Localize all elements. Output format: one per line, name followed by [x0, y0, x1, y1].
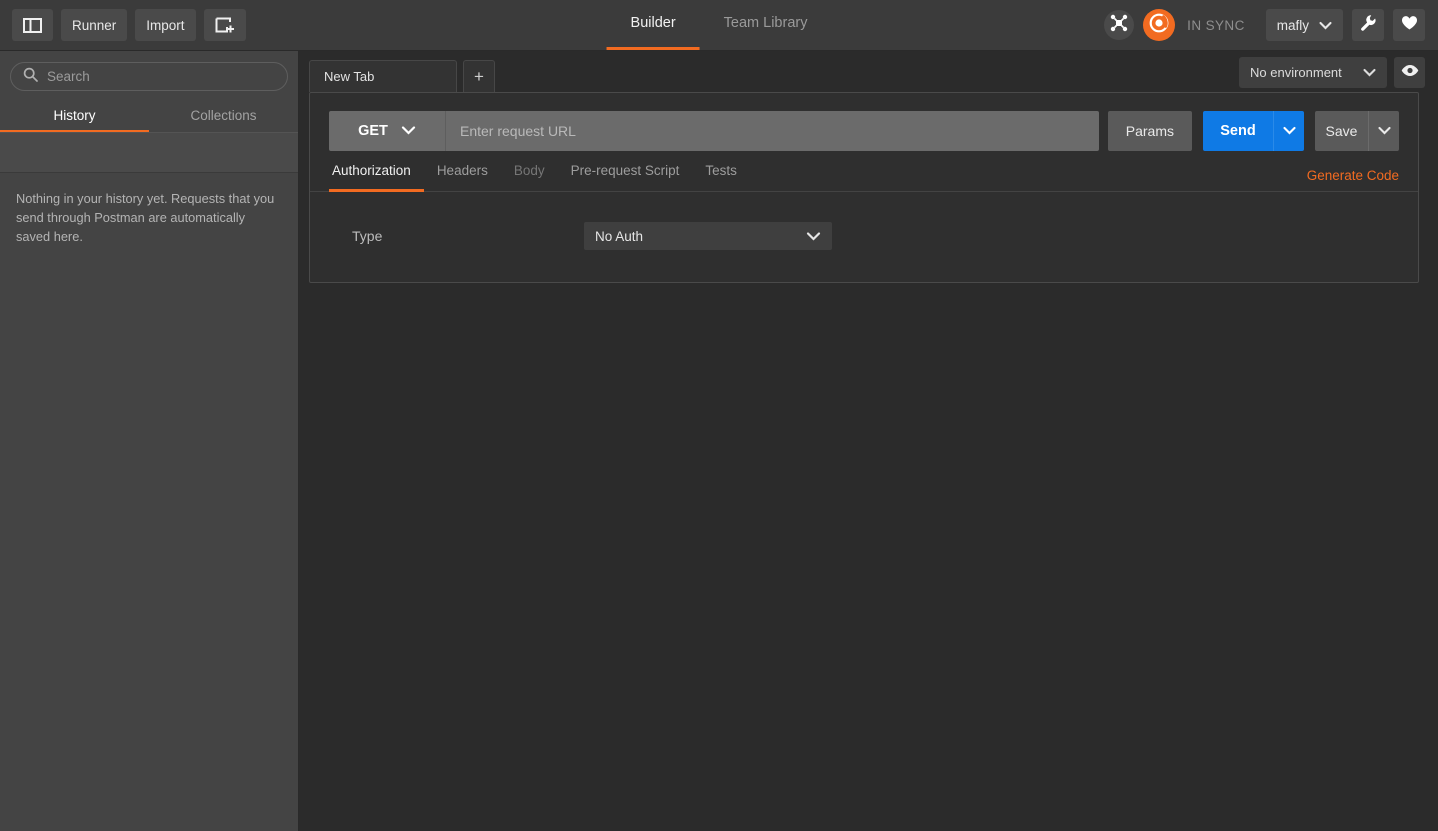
tab-body-label: Body — [513, 163, 545, 178]
environment-controls: No environment — [1239, 57, 1438, 92]
request-tab-strip: New Tab + No environment — [299, 51, 1438, 92]
nav-tab-team-library-label: Team Library — [723, 15, 808, 31]
settings-button[interactable] — [1352, 9, 1384, 41]
nav-tab-builder[interactable]: Builder — [606, 0, 700, 50]
eye-icon — [1401, 64, 1419, 82]
sidebar-panel-icon — [23, 17, 42, 33]
url-input-group: GET — [329, 111, 1099, 151]
http-method-label: GET — [358, 123, 388, 139]
auth-type-value: No Auth — [595, 228, 644, 244]
sidebar-tab-history[interactable]: History — [0, 100, 149, 133]
chevron-down-icon — [806, 229, 821, 244]
save-options-button[interactable] — [1368, 111, 1399, 151]
http-method-selector[interactable]: GET — [329, 111, 446, 151]
request-tab-new-tab[interactable]: New Tab — [309, 60, 457, 92]
user-name-label: mafly — [1276, 17, 1309, 33]
auth-type-label: Type — [352, 228, 383, 244]
environment-selector[interactable]: No environment — [1239, 57, 1387, 88]
history-empty-message: Nothing in your history yet. Requests th… — [16, 191, 275, 244]
wrench-icon — [1360, 14, 1377, 36]
params-label: Params — [1125, 123, 1174, 139]
sync-status-button[interactable] — [1143, 9, 1176, 41]
main-nav-tabs: Builder Team Library — [606, 0, 832, 50]
sidebar-tabs-divider — [0, 132, 298, 133]
send-label: Send — [1220, 123, 1256, 139]
interceptor-icon — [1110, 14, 1128, 37]
request-builder-panel: GET Params Send — [309, 92, 1419, 283]
runner-button[interactable]: Runner — [61, 9, 128, 41]
generate-code-link[interactable]: Generate Code — [1307, 168, 1399, 192]
chevron-down-icon — [1363, 65, 1376, 80]
save-button[interactable]: Save — [1315, 111, 1368, 151]
tab-body[interactable]: Body — [501, 163, 558, 192]
favorites-button[interactable] — [1393, 9, 1425, 41]
tab-tests[interactable]: Tests — [692, 163, 750, 192]
postman-sync-icon — [1148, 12, 1170, 39]
runner-label: Runner — [72, 17, 117, 33]
sidebar-action-toolbar — [0, 133, 298, 173]
sidebar: History Collections Nothing in your hist… — [0, 51, 299, 831]
tab-pre-request-script-label: Pre-request Script — [570, 163, 680, 178]
postman-app-window: Runner Import Builder Team Library IN SY… — [0, 0, 1438, 831]
sidebar-tab-collections-label: Collections — [190, 107, 257, 123]
nav-tab-team-library[interactable]: Team Library — [700, 0, 832, 50]
search-icon — [23, 67, 38, 87]
request-url-row: GET Params Send — [310, 93, 1418, 151]
sidebar-tab-history-label: History — [53, 107, 96, 123]
request-url-input[interactable] — [446, 111, 1099, 151]
import-label: Import — [146, 17, 185, 33]
request-tab-label: New Tab — [324, 69, 375, 84]
tab-headers[interactable]: Headers — [424, 163, 501, 192]
top-toolbar: Runner Import Builder Team Library IN SY… — [0, 0, 1438, 51]
send-button-group: Send — [1203, 111, 1304, 151]
search-box[interactable] — [10, 62, 288, 91]
sidebar-empty-space — [0, 246, 298, 831]
search-input[interactable] — [47, 69, 275, 84]
sidebar-tab-collections[interactable]: Collections — [149, 100, 298, 133]
params-button[interactable]: Params — [1107, 111, 1192, 151]
new-window-plus-icon — [215, 17, 235, 34]
sync-status-text: IN SYNC — [1187, 17, 1245, 33]
heart-icon — [1401, 15, 1418, 36]
top-toolbar-right-group: IN SYNC mafly — [1104, 9, 1438, 41]
chevron-down-icon — [1319, 18, 1332, 33]
save-button-group: Save — [1315, 111, 1399, 151]
main-empty-space — [299, 283, 1438, 831]
sidebar-tabs: History Collections — [0, 100, 298, 133]
send-button[interactable]: Send — [1203, 111, 1273, 151]
sidebar-search-area — [0, 51, 298, 100]
sidebar-toggle-button[interactable] — [12, 9, 53, 41]
chevron-down-icon — [1282, 122, 1296, 140]
nav-tab-builder-label: Builder — [630, 15, 676, 31]
tab-authorization[interactable]: Authorization — [329, 163, 424, 192]
request-section-tabs: Authorization Headers Body Pre-request S… — [310, 151, 1418, 192]
new-window-button[interactable] — [203, 9, 246, 41]
chevron-down-icon — [1377, 122, 1391, 140]
main-content: New Tab + No environment GET Enter reque… — [299, 51, 1438, 831]
app-body: History Collections Nothing in your hist… — [0, 51, 1438, 831]
authorization-pane: Type No Auth — [310, 192, 1418, 282]
environment-selected-label: No environment — [1250, 65, 1342, 80]
top-toolbar-left-group: Runner Import — [0, 9, 246, 41]
auth-type-selector[interactable]: No Auth — [584, 222, 832, 250]
plus-icon: + — [474, 66, 484, 86]
add-request-tab-button[interactable]: + — [463, 60, 495, 92]
send-options-button[interactable] — [1273, 111, 1304, 151]
tab-pre-request-script[interactable]: Pre-request Script — [558, 163, 693, 192]
interceptor-button[interactable] — [1104, 10, 1135, 40]
tab-headers-label: Headers — [436, 163, 488, 178]
save-label: Save — [1325, 123, 1358, 139]
import-button[interactable]: Import — [135, 9, 196, 41]
chevron-down-icon — [401, 123, 416, 139]
user-menu-button[interactable]: mafly — [1265, 9, 1343, 41]
tab-authorization-label: Authorization — [332, 163, 411, 178]
tab-tests-label: Tests — [705, 163, 737, 178]
environment-quick-look-button[interactable] — [1394, 57, 1425, 88]
